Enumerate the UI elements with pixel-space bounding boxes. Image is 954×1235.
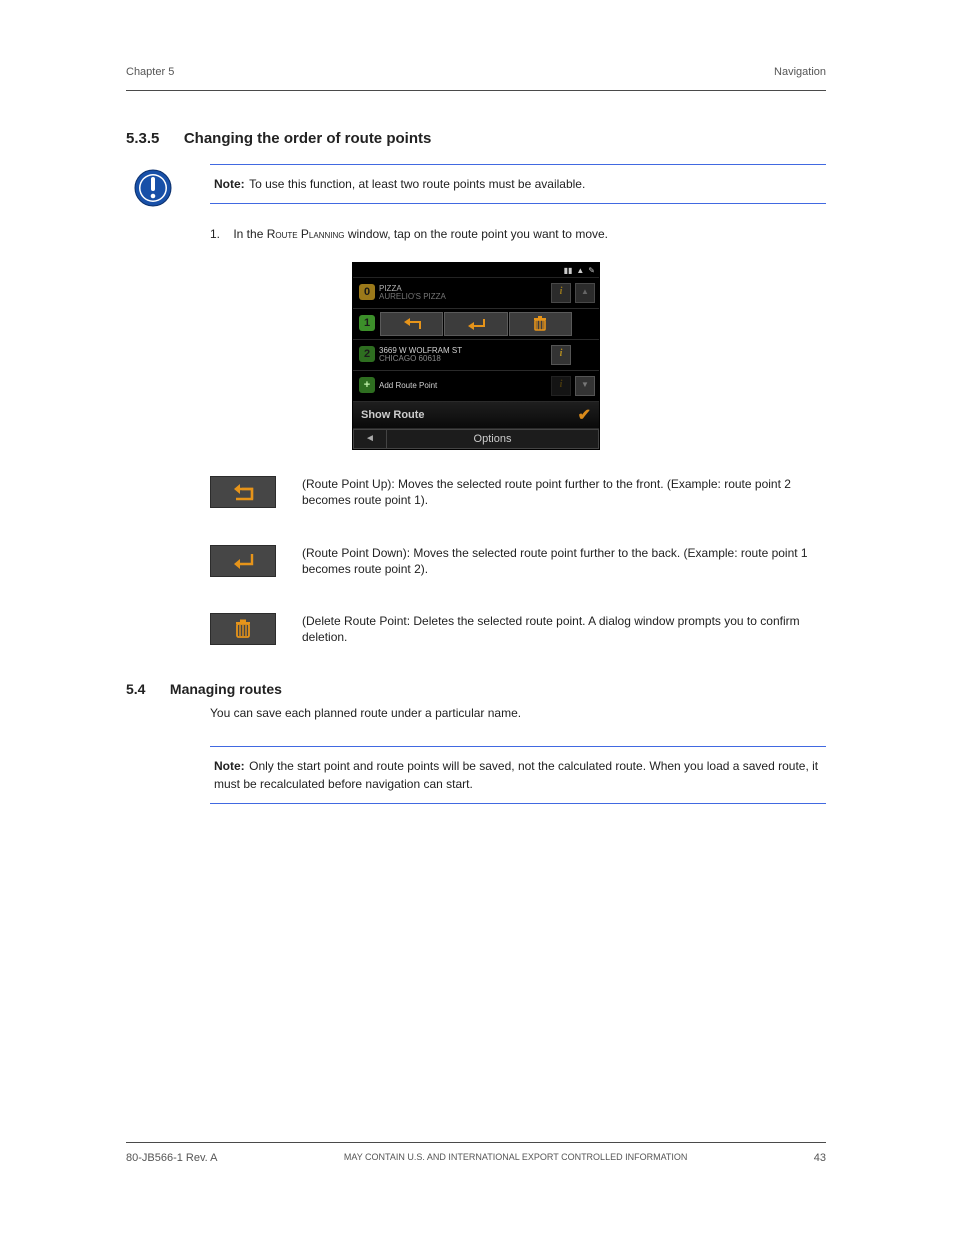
back-button[interactable]: ◄ [353,429,387,449]
scroll-up[interactable]: ▲ [575,283,595,303]
manage-heading: 5.4 Managing routes [126,681,826,699]
manage-note-text: Only the start point and route points wi… [214,759,818,791]
show-route-button[interactable]: Show Route ✔ [353,401,599,428]
manage-note-label: Note: [214,759,245,773]
row2-text: 3669 W WOLFRAM ST CHICAGO 60618 [379,340,549,370]
legend-delete-icon [210,613,276,645]
page-content: 5.3.5 Changing the order of route points… [126,120,826,826]
step-1-number: 1. [210,226,230,242]
section-number: 5.3.5 [126,130,159,147]
header-right: Navigation [774,66,826,78]
warning-icon: ▲ [576,266,584,275]
badge-2: 2 [359,346,375,362]
show-route-label: Show Route [361,409,425,421]
move-down-button[interactable] [444,312,507,336]
step-1: 1. In the Route Planning window, tap on … [210,226,826,242]
alert-icon [134,169,172,212]
page-header: Chapter 5 Navigation [126,66,826,78]
battery-icon: ▮▮ [564,266,573,275]
manage-number: 5.4 [126,681,145,697]
route-row-1-actions: 1 ▲ [353,308,599,339]
legend-up-row: (Route Point Up): Moves the selected rou… [210,476,826,508]
badge-1: 1 [359,315,375,331]
legend-del-text: (Delete Route Point: Deletes the selecte… [302,613,826,645]
legend-down-row: (Route Point Down): Moves the selected r… [210,545,826,577]
info-button-2[interactable]: i [551,345,571,365]
note-box: Note: To use this function, at least two… [210,164,826,204]
section-title: Changing the order of route points [184,130,432,147]
badge-0: 0 [359,284,375,300]
info-button-add: i [551,376,571,396]
info-button-0[interactable]: i [551,283,571,303]
device-figure: ▮▮ ▲ ✎ 0 PIZZA AURELIO'S PIZZA i ▲ 1 [352,262,600,450]
legend-up-text: (Route Point Up): Moves the selected rou… [302,476,826,508]
row2-line2: CHICAGO 60618 [379,355,549,363]
add-text: Add Route Point [379,371,549,401]
footer-left: 80-JB566-1 Rev. A [126,1152,218,1164]
manage-body: You can save each planned route under a … [210,705,826,722]
footer-center: MAY CONTAIN U.S. AND INTERNATIONAL EXPOR… [344,1152,688,1164]
header-rule [126,90,826,91]
row0-line2: AURELIO'S PIZZA [379,293,549,301]
bottom-bar: ◄ Options [353,428,599,449]
badge-plus: + [359,377,375,393]
footer-right: 43 [814,1152,826,1164]
manage-note: Note: Only the start point and route poi… [210,746,826,804]
status-bar: ▮▮ ▲ ✎ [353,263,599,277]
add-line1: Add Route Point [379,382,549,390]
action-strip [380,312,572,336]
manage-title: Managing routes [170,681,282,697]
legend-down-text: (Route Point Down): Moves the selected r… [302,545,826,577]
footer-rule [126,1142,826,1143]
legend-del-row: (Delete Route Point: Deletes the selecte… [210,613,826,645]
scroll-down[interactable]: ▼ [575,376,595,396]
note-label: Note: [214,177,245,191]
delete-button[interactable] [509,312,572,336]
legend-down-icon [210,545,276,577]
tool-icon: ✎ [588,266,595,275]
row0-text: PIZZA AURELIO'S PIZZA [379,278,549,308]
step-1-text: In the Route Planning window, tap on the… [233,227,608,241]
move-up-button[interactable] [380,312,443,336]
route-row-0: 0 PIZZA AURELIO'S PIZZA i ▲ [353,277,599,308]
add-route-point-row[interactable]: + Add Route Point i ▼ [353,370,599,401]
page-footer: 80-JB566-1 Rev. A MAY CONTAIN U.S. AND I… [126,1152,826,1164]
step-1-screen: Route Planning [267,227,345,241]
check-icon: ✔ [578,405,591,425]
manage-section: 5.4 Managing routes You can save each pl… [126,681,826,722]
route-row-2: 2 3669 W WOLFRAM ST CHICAGO 60618 i ▼ [353,339,599,370]
legend: (Route Point Up): Moves the selected rou… [210,476,826,645]
legend-up-icon [210,476,276,508]
options-button[interactable]: Options [387,429,599,449]
page: Chapter 5 Navigation 5.3.5 Changing the … [0,0,954,1235]
note-text: To use this function, at least two route… [249,177,585,191]
header-left: Chapter 5 [126,66,174,78]
section-title-block: 5.3.5 Changing the order of route points [126,130,826,148]
